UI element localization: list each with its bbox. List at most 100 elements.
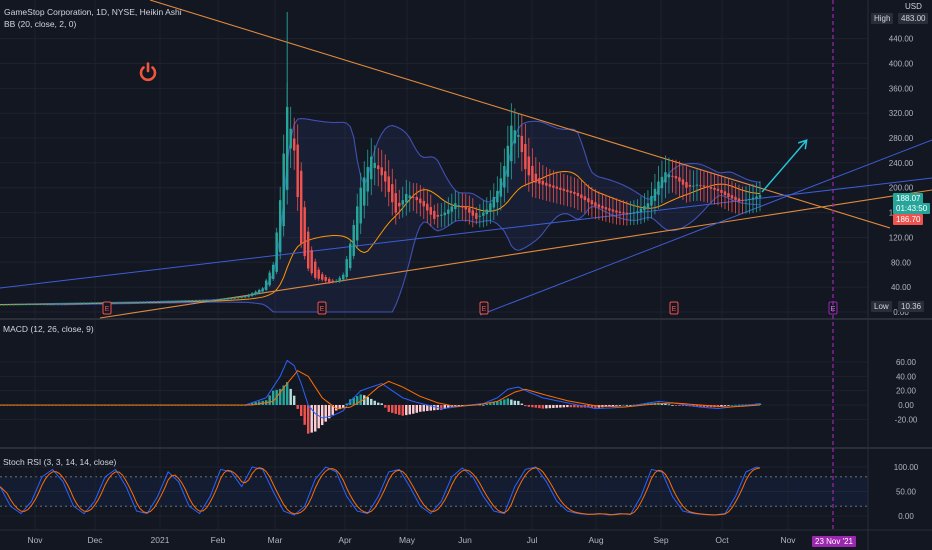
candle-up [96,302,100,304]
macd-histogram-bar [391,405,394,413]
macd-histogram-bar [398,405,401,415]
macd-title[interactable]: MACD (12, 26, close, 9) [3,324,94,334]
candle-up [268,272,271,286]
candle-up [744,199,748,201]
macd-histogram-bar [510,399,513,405]
candle-up [138,302,142,304]
candle-up [492,197,496,208]
macd-histogram-bar [454,405,457,406]
candle-up [692,185,695,187]
rsi-tick-label: 100.00 [894,463,919,472]
macd-histogram-bar [373,400,376,405]
candle-up [271,264,275,279]
macd-histogram-bar [562,405,566,408]
candle-up [664,172,667,183]
date-marker-badge[interactable]: 23 Nov '21 [812,536,856,547]
macd-histogram-bar [734,404,737,406]
candle-down [580,194,583,199]
macd-histogram-bar [541,405,545,409]
macd-histogram-bar [422,405,426,412]
time-axis: Nov Dec 2021 Feb Mar Apr May Jun Jul Aug Sep Oct Nov [27,535,796,545]
candle-up [33,303,37,305]
candle-up [163,301,166,303]
candle-down [723,191,727,195]
time-tick-label: Nov [780,535,796,545]
macd-histogram-bar [405,405,408,416]
bb-indicator-label[interactable]: BB (20, close, 2, 0) [4,19,76,29]
candle-up [366,167,369,192]
candle-down [461,205,464,208]
candle-up [208,300,212,302]
trendlines[interactable] [0,0,932,319]
candle-down [590,200,594,205]
candle-up [2,304,5,306]
candle-down [706,186,709,188]
candle-up [457,205,461,207]
macd-histogram-bar [573,405,576,408]
candle-up [352,225,355,256]
candle-down [671,175,674,177]
macd-histogram-bar [384,405,387,408]
macd-histogram-bar [548,405,552,409]
macd-histogram-bar [401,405,404,416]
candle-up [278,200,282,253]
macd-histogram-bar [723,405,727,406]
macd-histogram-bar [359,394,362,405]
candle-down [727,193,730,198]
bollinger-bands [0,118,761,313]
candle-up [44,303,47,305]
macd-histogram-bar [531,405,534,408]
candle-down [730,195,734,199]
candle-up [370,156,373,180]
candle-down [394,193,397,213]
macd-line [0,359,761,419]
candle-down [391,184,394,203]
candle-up [222,298,226,300]
candle-up [37,303,40,305]
candle-up [482,212,485,216]
candle-up [657,181,660,195]
candle-up [440,214,443,216]
macd-histogram-bar [499,400,503,405]
candle-up [264,280,268,290]
time-tick-label: Sep [653,535,668,545]
macd-histogram-bar [678,405,681,406]
candle-down [678,177,681,182]
candle-up [243,296,247,298]
macd-histogram-bar [387,405,390,412]
macd-histogram-bar [440,405,443,411]
price-tick-label: 200.00 [889,184,914,193]
candle-down [534,173,538,183]
candle-down [429,207,433,215]
candle-up [219,299,222,301]
candle-up [250,293,254,296]
candle-up [173,301,177,303]
macd-histogram-bar [552,405,555,408]
candle-down [296,144,299,198]
stoch-rsi-title[interactable]: Stoch RSI (3, 3, 14, 14, close) [3,457,116,467]
macd-histogram-bar [611,405,615,407]
candle-up [646,203,650,209]
price-tick-label: 120.00 [889,233,914,242]
candle-down [464,206,468,210]
power-icon[interactable] [137,61,159,83]
time-tick-label: Apr [338,535,351,545]
time-tick-label: May [399,535,416,545]
macd-histogram-bar [671,405,674,406]
candle-down [324,276,327,281]
macd-histogram-bar [303,405,306,425]
candle-up [517,134,520,137]
candle-up [636,211,639,213]
macd-histogram-bar [506,398,510,405]
candle-up [30,303,33,305]
candle-up [114,302,117,304]
macd-histogram-bar [408,405,411,415]
time-tick-label: Feb [211,535,226,545]
candle-down [720,189,723,193]
candle-down [531,165,534,182]
macd-histogram-bar [615,405,618,406]
macd-histogram-bar [625,404,629,406]
time-tick-label: Dec [87,535,103,545]
candle-up [363,177,366,206]
macd-histogram-bar [482,404,485,406]
